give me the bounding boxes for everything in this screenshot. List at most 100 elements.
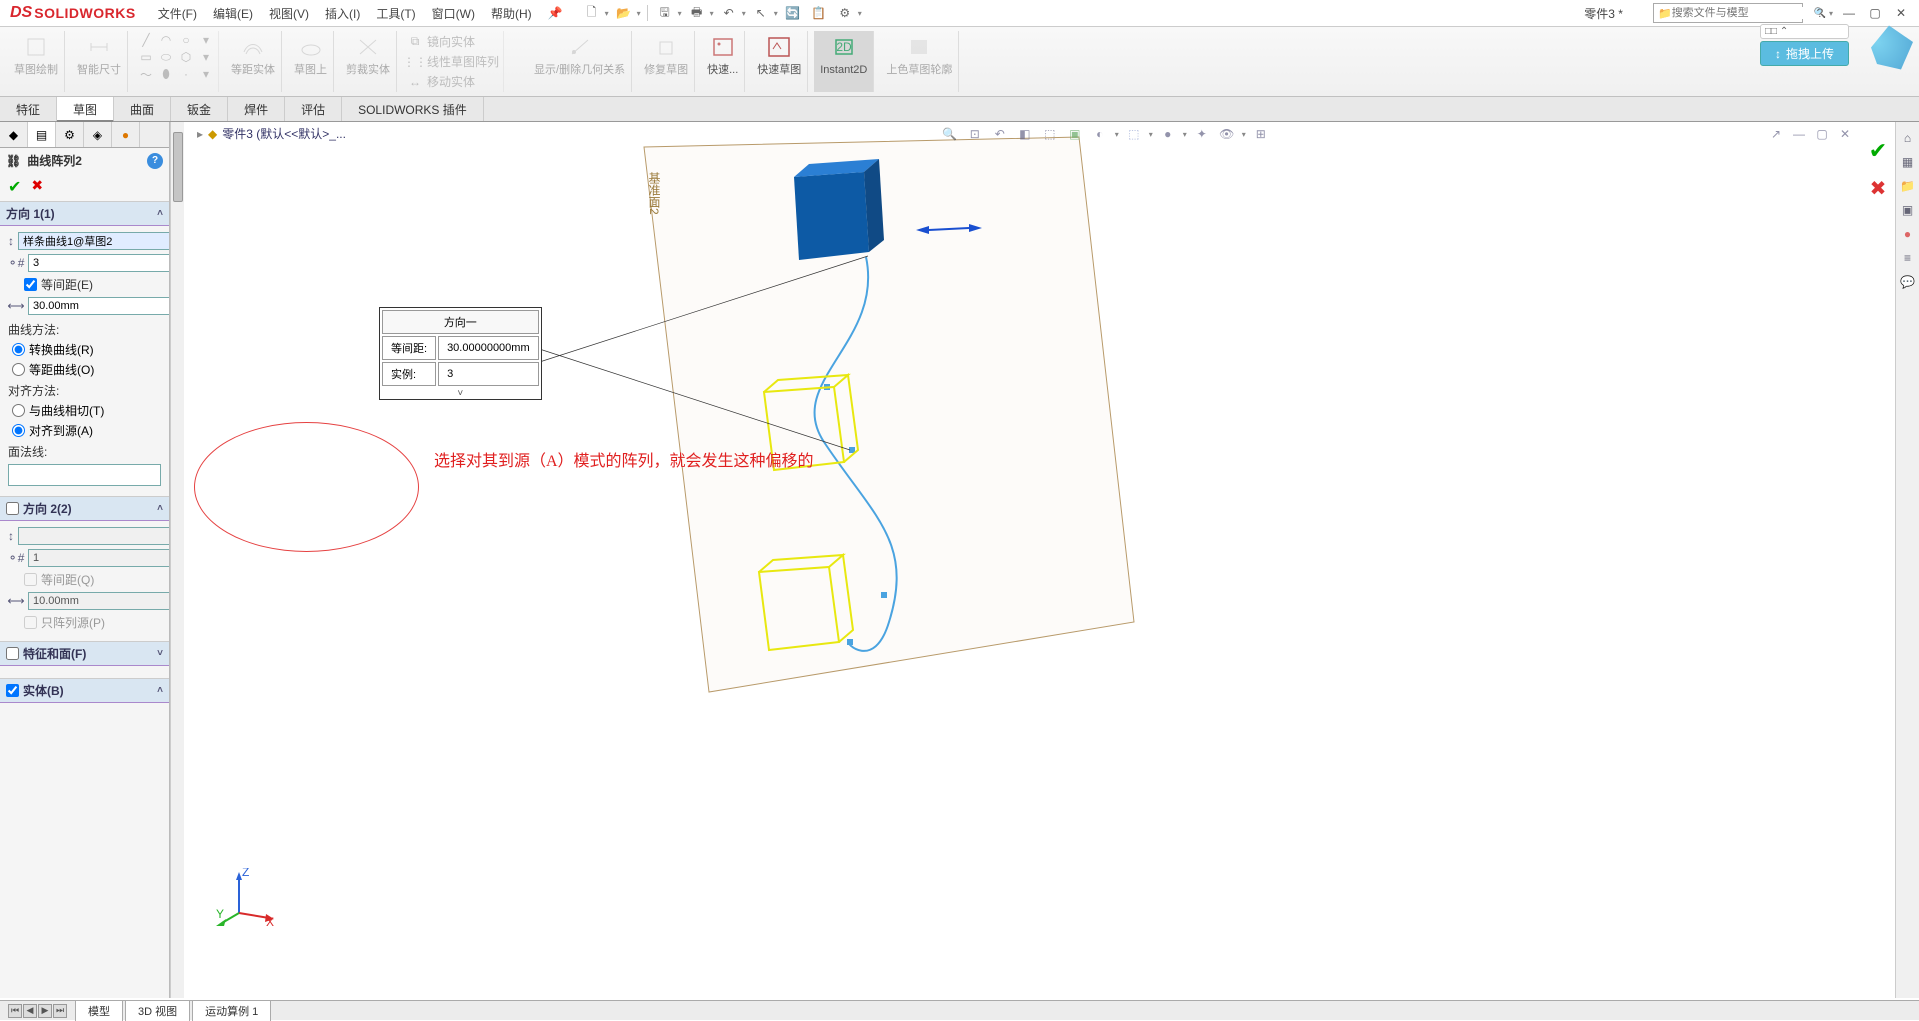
eq-spacing-check[interactable]: [24, 278, 37, 291]
callout-table[interactable]: 方向一 等间距:30.00000000mm 实例:3 ˅: [379, 307, 542, 400]
upload-widget[interactable]: □□ ⌃ ↕拖拽上传: [1760, 24, 1849, 66]
curve-handle[interactable]: [847, 639, 853, 645]
menu-window[interactable]: 窗口(W): [424, 1, 483, 26]
taskpane-library-icon[interactable]: ▦: [1898, 152, 1918, 172]
taskpane-explorer-icon[interactable]: 📁: [1898, 176, 1918, 196]
close-button[interactable]: ✕: [1889, 3, 1913, 23]
chevron-down-icon[interactable]: ˅: [157, 648, 163, 659]
menu-tools[interactable]: 工具(T): [368, 1, 423, 26]
menu-help[interactable]: 帮助(H): [483, 1, 540, 26]
qat-new-icon[interactable]: 🗋: [581, 3, 603, 23]
poly-icon[interactable]: ⬡: [178, 50, 194, 64]
pm-tab-property-icon[interactable]: ▤: [28, 122, 56, 147]
orient-icon[interactable]: ⬚: [1040, 124, 1060, 144]
menu-edit[interactable]: 编辑(E): [205, 1, 261, 26]
dir1-header[interactable]: 方向 1(1): [6, 205, 55, 222]
prev-view-icon[interactable]: ↶: [990, 124, 1010, 144]
chevron-up-icon[interactable]: ˄: [157, 208, 163, 219]
pm-tab-config-icon[interactable]: ⚙: [56, 122, 84, 147]
qat-open-icon[interactable]: 📂: [613, 3, 635, 23]
minimize-button[interactable]: —: [1837, 3, 1861, 23]
tab-weldment[interactable]: 焊件: [228, 97, 285, 121]
section-icon[interactable]: ◧: [1015, 124, 1035, 144]
scene-icon[interactable]: ◐: [1090, 124, 1110, 144]
pm-help-icon[interactable]: ?: [147, 153, 163, 169]
seed-body[interactable]: [794, 159, 884, 260]
zoomarea-icon[interactable]: ⊡: [965, 124, 985, 144]
quick-icon[interactable]: [708, 33, 738, 61]
curve2-input[interactable]: [18, 527, 170, 545]
pm-tab-display-icon[interactable]: ●: [112, 122, 140, 147]
pm-tab-dim-icon[interactable]: ◈: [84, 122, 112, 147]
bodies-check[interactable]: [6, 684, 19, 697]
curve-select-input[interactable]: [18, 232, 170, 250]
view-triad[interactable]: Z X Y: [214, 868, 274, 928]
spacing2-input[interactable]: [28, 592, 170, 610]
bottom-tab-3dview[interactable]: 3D 视图: [125, 1000, 190, 1021]
count2-input[interactable]: [28, 549, 170, 567]
pm-accept-icon[interactable]: ✔: [8, 177, 21, 197]
chevron-up-icon[interactable]: ˄: [157, 503, 163, 514]
qat-rebuild-icon[interactable]: 🔄: [782, 3, 804, 23]
taskpane-property-icon[interactable]: ≡: [1898, 248, 1918, 268]
search-box[interactable]: 📁 🔍: [1653, 3, 1803, 23]
taskpane-appearance-icon[interactable]: ●: [1898, 224, 1918, 244]
zoomfit-icon[interactable]: 🔍: [940, 124, 960, 144]
tab-sheetmetal[interactable]: 钣金: [171, 97, 228, 121]
bottom-tab-model[interactable]: 模型: [75, 1000, 123, 1021]
pm-cancel-icon[interactable]: ✖: [31, 177, 43, 197]
quicksketch-icon[interactable]: [764, 33, 794, 61]
dir2-enable-check[interactable]: [6, 502, 19, 515]
transform-radio[interactable]: [12, 343, 25, 356]
move-icon[interactable]: ↔: [407, 75, 423, 89]
align-seed-radio[interactable]: [12, 424, 25, 437]
qat-undo-icon[interactable]: ↶: [718, 3, 740, 23]
callout-spacing-value[interactable]: 30.00000000mm: [438, 336, 539, 360]
menu-file[interactable]: 文件(F): [150, 1, 205, 26]
hide-icon[interactable]: 👁: [1217, 124, 1237, 144]
tab-features[interactable]: 特征: [0, 97, 57, 121]
model-canvas[interactable]: 基准面2: [184, 122, 1861, 998]
callout-expand-icon[interactable]: ˅: [380, 388, 541, 399]
reverse-icon[interactable]: ↕: [8, 233, 14, 249]
tab-sketch[interactable]: 草图: [57, 97, 114, 122]
confirm-cancel-icon[interactable]: ✖: [1870, 176, 1887, 201]
pm-tab-feature-icon[interactable]: ◆: [0, 122, 28, 147]
qat-select-icon[interactable]: ↖: [750, 3, 772, 23]
qat-options-icon[interactable]: 📋: [808, 3, 830, 23]
slot-icon[interactable]: ⬭: [158, 50, 174, 64]
tab-surface[interactable]: 曲面: [114, 97, 171, 121]
menu-pin-icon[interactable]: 📌: [540, 2, 571, 24]
point-icon[interactable]: ·: [178, 67, 194, 81]
mirror-icon[interactable]: ⧉: [407, 35, 423, 49]
display-icon[interactable]: ▣: [1065, 124, 1085, 144]
bottom-tab-motion[interactable]: 运动算例 1: [192, 1000, 271, 1021]
ellipse-icon[interactable]: ⬮: [158, 67, 174, 81]
reverse2-icon[interactable]: ↕: [8, 528, 14, 544]
instant2d-icon[interactable]: 2D: [829, 33, 859, 61]
restore-button[interactable]: ▢: [1863, 3, 1887, 23]
qat-save-icon[interactable]: 🖫: [654, 3, 676, 23]
offset-radio[interactable]: [12, 363, 25, 376]
pattern-icon[interactable]: ⋮⋮: [407, 55, 423, 69]
confirm-ok-icon[interactable]: ✔: [1869, 138, 1887, 164]
tab-addins[interactable]: SOLIDWORKS 插件: [342, 97, 484, 121]
taskpane-home-icon[interactable]: ⌂: [1898, 128, 1918, 148]
viewset-icon[interactable]: ⬚: [1124, 124, 1144, 144]
window-icon[interactable]: ⊞: [1251, 124, 1271, 144]
spline-icon[interactable]: 〜: [138, 67, 154, 81]
panel-scrollbar[interactable]: [170, 122, 184, 998]
featfaces-check[interactable]: [6, 647, 19, 660]
line-icon[interactable]: ╱: [138, 33, 154, 47]
render-icon[interactable]: ✦: [1192, 124, 1212, 144]
spacing-input[interactable]: [28, 297, 170, 315]
rect-icon[interactable]: ▭: [138, 50, 154, 64]
circle-icon[interactable]: ○: [178, 33, 194, 47]
tab-nav[interactable]: ⏮◀▶⏭: [8, 1004, 67, 1018]
help-icon[interactable]: ?: [1809, 3, 1831, 23]
upload-options[interactable]: □□ ⌃: [1760, 24, 1849, 39]
tangent-radio[interactable]: [12, 404, 25, 417]
menu-view[interactable]: 视图(V): [261, 1, 317, 26]
tab-evaluate[interactable]: 评估: [285, 97, 342, 121]
appearance-icon[interactable]: ●: [1158, 124, 1178, 144]
